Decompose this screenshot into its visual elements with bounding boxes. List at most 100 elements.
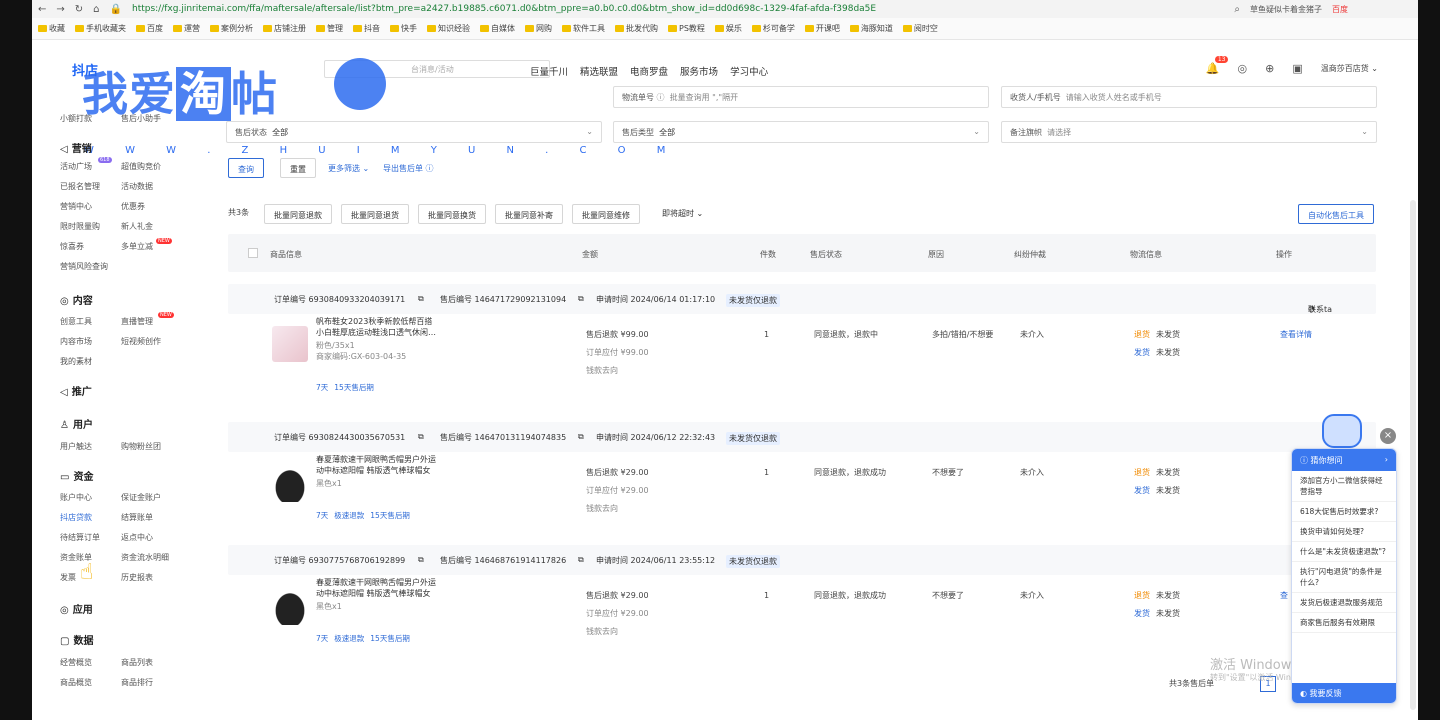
bookmark-item[interactable]: PS教程	[668, 23, 705, 34]
view-detail-link[interactable]: 查	[1280, 587, 1288, 605]
help-question[interactable]: 添加官方小二微信获得经营指导	[1292, 471, 1396, 502]
url-field[interactable]: https://fxg.jinritemai.com/ffa/maftersal…	[132, 4, 876, 14]
batch-button[interactable]: 批量同意退货	[341, 204, 409, 224]
sidebar-item[interactable]: 资金流水明细	[121, 552, 169, 563]
bookmark-item[interactable]: 管理	[316, 23, 343, 34]
sidebar-item[interactable]: 账户中心	[60, 492, 92, 503]
sidebar-item[interactable]: 结算账单	[121, 512, 153, 523]
sidebar-item[interactable]: 超值购竞价	[121, 161, 161, 172]
bookmark-item[interactable]: 抖音	[353, 23, 380, 34]
sidebar-item[interactable]: 营销风险查询	[60, 261, 108, 272]
sidebar-item[interactable]: 商品概览	[60, 677, 92, 688]
sidebar-item[interactable]: 活动数据	[121, 181, 153, 192]
sidebar-item[interactable]: 惊喜券	[60, 241, 84, 252]
logistics-number-input[interactable]: 物流单号 ⓘ 批量查询用 ","隔开	[613, 86, 989, 108]
sidebar-item[interactable]: 购物粉丝团	[121, 441, 161, 452]
bookmark-item[interactable]: 案例分析	[210, 23, 253, 34]
nav-item[interactable]: 电商罗盘	[630, 64, 668, 78]
feedback-button[interactable]: ◐ 我要反馈	[1292, 683, 1396, 703]
home-icon[interactable]: ⌂	[93, 4, 99, 15]
sidebar-item[interactable]: 发票	[60, 572, 76, 583]
help-question[interactable]: 618大促售后时效要求?	[1292, 502, 1396, 522]
receiver-input[interactable]: 收货人/手机号 请输入收货人姓名或手机号	[1001, 86, 1377, 108]
bookmark-item[interactable]: 運营	[173, 23, 200, 34]
bookmark-item[interactable]: 收藏	[38, 23, 65, 34]
assistant-robot-icon[interactable]	[1322, 414, 1362, 448]
bookmark-item[interactable]: 店铺注册	[263, 23, 306, 34]
help-question[interactable]: 执行"闪电退货"的条件是什么?	[1292, 562, 1396, 593]
sidebar-item[interactable]: 内容市场	[60, 336, 92, 347]
sidebar-item[interactable]: 经营概览	[60, 657, 92, 668]
browser-search-field[interactable]: 草鱼疑似卡着金猪子	[1250, 4, 1322, 15]
sidebar-item[interactable]: 营销中心	[60, 201, 92, 212]
sidebar-item[interactable]: 保证金账户	[121, 492, 161, 503]
back-icon[interactable]: ←	[38, 4, 46, 15]
view-detail-link[interactable]: 查看详情	[1280, 326, 1312, 344]
sidebar-item[interactable]: 活动广场	[60, 161, 92, 172]
help-question[interactable]: 什么是"未发货极速退款"?	[1292, 542, 1396, 562]
nav-item[interactable]: 精选联盟	[580, 64, 618, 78]
batch-button[interactable]: 批量同意换货	[418, 204, 486, 224]
bell-icon[interactable]: 🔔 13	[1206, 56, 1229, 75]
download-icon[interactable]: ⊕	[1265, 62, 1274, 75]
bookmark-item[interactable]: 软件工具	[562, 23, 605, 34]
sidebar-item[interactable]: 返点中心	[121, 532, 153, 543]
help-question[interactable]: 换货申请如何处理?	[1292, 522, 1396, 542]
aftersale-type-select[interactable]: 售后类型 全部 ⌄	[613, 121, 989, 143]
batch-button[interactable]: 批量同意补寄	[495, 204, 563, 224]
reset-button[interactable]: 重置	[280, 158, 316, 178]
bookmark-item[interactable]: 百度	[136, 23, 163, 34]
sidebar-item[interactable]: 多单立减	[121, 241, 153, 252]
product-title[interactable]: 帆布鞋女2023秋季新款低帮百搭 小白鞋厚底运动鞋浅口透气休闲… 粉色/35x1 商家…	[316, 316, 456, 362]
shop-switcher[interactable]: 温商莎百店货 ⌄	[1321, 63, 1378, 74]
sidebar-group-data[interactable]: ▢ 数据	[60, 632, 93, 647]
bookmark-item[interactable]: 网购	[525, 23, 552, 34]
help-question[interactable]: 商家售后服务有效期限	[1292, 613, 1396, 633]
product-title[interactable]: 春夏薄款速干网眼鸭舌帽男户外运 动中标遮阳帽 韩版透气棒球帽女 黑色x1	[316, 577, 456, 612]
close-icon[interactable]: ×	[1380, 428, 1396, 444]
bookmark-item[interactable]: 知识经验	[427, 23, 470, 34]
sidebar-item[interactable]: 新人礼金	[121, 221, 153, 232]
bookmark-item[interactable]: 娱乐	[714, 23, 742, 34]
select-all-checkbox[interactable]	[248, 248, 258, 258]
copy-icon[interactable]: ⧉	[578, 432, 584, 442]
batch-button[interactable]: 批量同意维修	[572, 204, 640, 224]
money-flow-link[interactable]: 钱款去向	[586, 623, 649, 641]
sidebar-item[interactable]: 历史报表	[121, 572, 153, 583]
query-button[interactable]: 查询	[228, 158, 264, 178]
bookmark-item[interactable]: 快手	[390, 23, 417, 34]
copy-icon[interactable]: ⧉	[418, 294, 424, 304]
sidebar-item[interactable]: 已报名管理	[60, 181, 100, 192]
page-scrollbar[interactable]	[1410, 200, 1416, 710]
sidebar-group-funds[interactable]: ▭ 资金	[60, 468, 93, 483]
sidebar-item[interactable]: 短视频创作	[121, 336, 161, 347]
nav-item[interactable]: 巨量千川	[530, 64, 568, 78]
nav-item[interactable]: 服务市场	[680, 64, 718, 78]
headset-icon[interactable]: ◎	[1238, 62, 1248, 75]
sidebar-group-promo[interactable]: ◁ 推广	[60, 383, 92, 398]
sidebar-group-apps[interactable]: ◎ 应用	[60, 601, 93, 616]
bookmark-item[interactable]: 阅时空	[902, 23, 938, 34]
help-question[interactable]: 发货后极速退款服务规范	[1292, 593, 1396, 613]
sidebar-item[interactable]: 抖店贷款	[60, 512, 92, 523]
bookmark-item[interactable]: 海豚知道	[849, 23, 893, 34]
app-switcher-icon[interactable]: ▣	[1292, 62, 1302, 75]
export-link[interactable]: 导出售后单 ⓘ	[383, 163, 434, 174]
bookmark-item[interactable]: 自媒体	[480, 23, 515, 34]
reload-icon[interactable]: ↻	[75, 4, 83, 15]
auto-aftersale-tools-button[interactable]: 自动化售后工具	[1298, 204, 1374, 224]
sidebar-item[interactable]: 限时限量购	[60, 221, 100, 232]
copy-icon[interactable]: ⧉	[418, 432, 424, 442]
aftersale-status-select[interactable]: 售后状态 全部 ⌄	[226, 121, 602, 143]
forward-icon[interactable]: →	[56, 4, 64, 15]
money-flow-link[interactable]: 钱款去向	[586, 362, 649, 380]
note-flag-select[interactable]: 备注旗帜 请选择 ⌄	[1001, 121, 1377, 143]
bookmark-item[interactable]: 手机收藏夹	[75, 23, 126, 34]
sidebar-group-marketing[interactable]: ◁ 营销	[60, 140, 92, 155]
sidebar-item[interactable]: 我的素材	[60, 356, 92, 367]
sidebar-item[interactable]: 用户触达	[60, 441, 92, 452]
sidebar-group-content[interactable]: ◎ 内容	[60, 292, 93, 307]
sidebar-item[interactable]: 直播管理	[121, 316, 153, 327]
sidebar-item[interactable]: 创意工具	[60, 316, 92, 327]
sidebar-item[interactable]: 优惠券	[121, 201, 145, 212]
